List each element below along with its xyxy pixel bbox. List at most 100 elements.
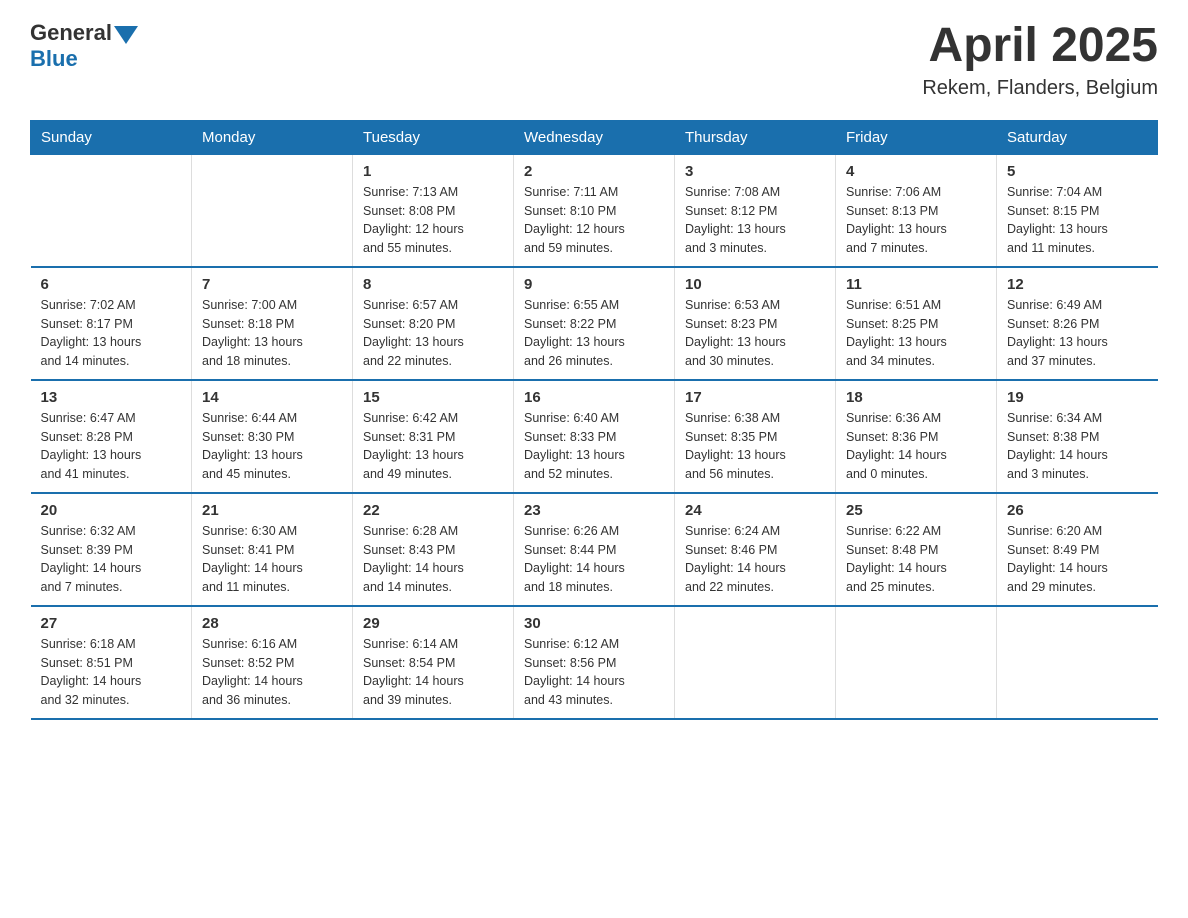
day-info: Sunrise: 6:12 AM Sunset: 8:56 PM Dayligh… xyxy=(524,635,664,710)
calendar-header: SundayMondayTuesdayWednesdayThursdayFrid… xyxy=(31,120,1158,154)
calendar-day-cell: 20Sunrise: 6:32 AM Sunset: 8:39 PM Dayli… xyxy=(31,493,192,606)
day-number: 1 xyxy=(363,163,503,180)
day-number: 15 xyxy=(363,389,503,406)
day-info: Sunrise: 6:26 AM Sunset: 8:44 PM Dayligh… xyxy=(524,522,664,597)
day-info: Sunrise: 6:30 AM Sunset: 8:41 PM Dayligh… xyxy=(202,522,342,597)
day-of-week-header: Thursday xyxy=(675,120,836,154)
calendar-day-cell: 18 Sunrise: 6:36 AM Sunset: 8:36 PM Dayli… xyxy=(836,380,997,493)
day-info: Sunrise: 6:34 AM Sunset: 8:38 PM Dayligh… xyxy=(1007,409,1148,484)
day-info: Sunrise: 7:06 AM Sunset: 8:13 PM Dayligh… xyxy=(846,183,986,258)
calendar-day-cell: 21 Sunrise: 6:30 AM Sunset: 8:41 PM Dayli… xyxy=(192,493,353,606)
day-info: Sunrise: 7:11 AM Sunset: 8:10 PM Dayligh… xyxy=(524,183,664,258)
calendar-table: SundayMondayTuesdayWednesdayThursdayFrid… xyxy=(30,120,1158,720)
day-number: 14 xyxy=(202,389,342,406)
logo-triangle-icon xyxy=(114,26,138,44)
calendar-day-cell: 1Sunrise: 7:13 AM Sunset: 8:08 PM Daylig… xyxy=(353,154,514,267)
calendar-day-cell: 30 Sunrise: 6:12 AM Sunset: 8:56 PM Dayli… xyxy=(514,606,675,719)
calendar-day-cell: 6Sunrise: 7:02 AM Sunset: 8:17 PM Daylig… xyxy=(31,267,192,380)
day-number: 9 xyxy=(524,276,664,293)
calendar-day-cell: 19 Sunrise: 6:34 AM Sunset: 8:38 PM Dayli… xyxy=(997,380,1158,493)
day-number: 21 xyxy=(202,502,342,519)
day-number: 7 xyxy=(202,276,342,293)
day-number: 17 xyxy=(685,389,825,406)
day-of-week-header: Tuesday xyxy=(353,120,514,154)
day-number: 11 xyxy=(846,276,986,293)
calendar-week-row: 13 Sunrise: 6:47 AM Sunset: 8:28 PM Dayli… xyxy=(31,380,1158,493)
calendar-day-cell: 5Sunrise: 7:04 AM Sunset: 8:15 PM Daylig… xyxy=(997,154,1158,267)
page-header: General Blue April 2025 Rekem, Flanders,… xyxy=(30,20,1158,100)
calendar-day-cell: 22 Sunrise: 6:28 AM Sunset: 8:43 PM Dayli… xyxy=(353,493,514,606)
day-info: Sunrise: 6:49 AM Sunset: 8:26 PM Dayligh… xyxy=(1007,296,1148,371)
month-year-title: April 2025 xyxy=(922,20,1158,73)
day-number: 19 xyxy=(1007,389,1148,406)
logo: General Blue xyxy=(30,20,138,72)
day-info: Sunrise: 7:00 AM Sunset: 8:18 PM Dayligh… xyxy=(202,296,342,371)
day-info: Sunrise: 6:55 AM Sunset: 8:22 PM Dayligh… xyxy=(524,296,664,371)
calendar-week-row: 20Sunrise: 6:32 AM Sunset: 8:39 PM Dayli… xyxy=(31,493,1158,606)
calendar-day-cell: 9 Sunrise: 6:55 AM Sunset: 8:22 PM Daylig… xyxy=(514,267,675,380)
day-info: Sunrise: 6:36 AM Sunset: 8:36 PM Dayligh… xyxy=(846,409,986,484)
calendar-day-cell xyxy=(31,154,192,267)
day-number: 2 xyxy=(524,163,664,180)
calendar-day-cell: 2 Sunrise: 7:11 AM Sunset: 8:10 PM Daylig… xyxy=(514,154,675,267)
day-info: Sunrise: 6:44 AM Sunset: 8:30 PM Dayligh… xyxy=(202,409,342,484)
day-info: Sunrise: 6:32 AM Sunset: 8:39 PM Dayligh… xyxy=(41,522,182,597)
calendar-day-cell xyxy=(675,606,836,719)
calendar-day-cell: 28 Sunrise: 6:16 AM Sunset: 8:52 PM Dayli… xyxy=(192,606,353,719)
day-info: Sunrise: 6:24 AM Sunset: 8:46 PM Dayligh… xyxy=(685,522,825,597)
day-info: Sunrise: 6:28 AM Sunset: 8:43 PM Dayligh… xyxy=(363,522,503,597)
day-info: Sunrise: 6:38 AM Sunset: 8:35 PM Dayligh… xyxy=(685,409,825,484)
day-of-week-header: Sunday xyxy=(31,120,192,154)
calendar-day-cell: 25 Sunrise: 6:22 AM Sunset: 8:48 PM Dayli… xyxy=(836,493,997,606)
day-info: Sunrise: 6:16 AM Sunset: 8:52 PM Dayligh… xyxy=(202,635,342,710)
calendar-day-cell: 11 Sunrise: 6:51 AM Sunset: 8:25 PM Dayli… xyxy=(836,267,997,380)
calendar-day-cell: 27 Sunrise: 6:18 AM Sunset: 8:51 PM Dayli… xyxy=(31,606,192,719)
calendar-day-cell: 12 Sunrise: 6:49 AM Sunset: 8:26 PM Dayli… xyxy=(997,267,1158,380)
logo-blue-text: Blue xyxy=(30,46,138,72)
day-number: 18 xyxy=(846,389,986,406)
calendar-day-cell xyxy=(836,606,997,719)
location-subtitle: Rekem, Flanders, Belgium xyxy=(922,77,1158,100)
calendar-day-cell: 15Sunrise: 6:42 AM Sunset: 8:31 PM Dayli… xyxy=(353,380,514,493)
day-number: 29 xyxy=(363,615,503,632)
calendar-day-cell: 3 Sunrise: 7:08 AM Sunset: 8:12 PM Daylig… xyxy=(675,154,836,267)
day-number: 24 xyxy=(685,502,825,519)
day-number: 12 xyxy=(1007,276,1148,293)
day-number: 27 xyxy=(41,615,182,632)
day-number: 3 xyxy=(685,163,825,180)
day-of-week-header: Monday xyxy=(192,120,353,154)
day-number: 8 xyxy=(363,276,503,293)
calendar-week-row: 1Sunrise: 7:13 AM Sunset: 8:08 PM Daylig… xyxy=(31,154,1158,267)
day-number: 30 xyxy=(524,615,664,632)
day-info: Sunrise: 7:02 AM Sunset: 8:17 PM Dayligh… xyxy=(41,296,182,371)
day-info: Sunrise: 6:53 AM Sunset: 8:23 PM Dayligh… xyxy=(685,296,825,371)
calendar-day-cell: 8Sunrise: 6:57 AM Sunset: 8:20 PM Daylig… xyxy=(353,267,514,380)
calendar-day-cell: 4 Sunrise: 7:06 AM Sunset: 8:13 PM Daylig… xyxy=(836,154,997,267)
day-info: Sunrise: 6:47 AM Sunset: 8:28 PM Dayligh… xyxy=(41,409,182,484)
calendar-body: 1Sunrise: 7:13 AM Sunset: 8:08 PM Daylig… xyxy=(31,154,1158,719)
day-info: Sunrise: 6:22 AM Sunset: 8:48 PM Dayligh… xyxy=(846,522,986,597)
day-number: 23 xyxy=(524,502,664,519)
day-info: Sunrise: 6:40 AM Sunset: 8:33 PM Dayligh… xyxy=(524,409,664,484)
day-header-row: SundayMondayTuesdayWednesdayThursdayFrid… xyxy=(31,120,1158,154)
day-info: Sunrise: 6:14 AM Sunset: 8:54 PM Dayligh… xyxy=(363,635,503,710)
day-number: 26 xyxy=(1007,502,1148,519)
day-number: 5 xyxy=(1007,163,1148,180)
day-info: Sunrise: 6:51 AM Sunset: 8:25 PM Dayligh… xyxy=(846,296,986,371)
day-number: 25 xyxy=(846,502,986,519)
day-number: 10 xyxy=(685,276,825,293)
calendar-week-row: 6Sunrise: 7:02 AM Sunset: 8:17 PM Daylig… xyxy=(31,267,1158,380)
day-info: Sunrise: 6:18 AM Sunset: 8:51 PM Dayligh… xyxy=(41,635,182,710)
calendar-day-cell: 26 Sunrise: 6:20 AM Sunset: 8:49 PM Dayli… xyxy=(997,493,1158,606)
calendar-day-cell: 10 Sunrise: 6:53 AM Sunset: 8:23 PM Dayli… xyxy=(675,267,836,380)
day-number: 4 xyxy=(846,163,986,180)
day-info: Sunrise: 6:20 AM Sunset: 8:49 PM Dayligh… xyxy=(1007,522,1148,597)
day-number: 28 xyxy=(202,615,342,632)
day-info: Sunrise: 7:08 AM Sunset: 8:12 PM Dayligh… xyxy=(685,183,825,258)
day-number: 22 xyxy=(363,502,503,519)
calendar-day-cell: 23 Sunrise: 6:26 AM Sunset: 8:44 PM Dayli… xyxy=(514,493,675,606)
day-number: 13 xyxy=(41,389,182,406)
calendar-day-cell: 29 Sunrise: 6:14 AM Sunset: 8:54 PM Dayli… xyxy=(353,606,514,719)
calendar-day-cell xyxy=(997,606,1158,719)
day-of-week-header: Friday xyxy=(836,120,997,154)
